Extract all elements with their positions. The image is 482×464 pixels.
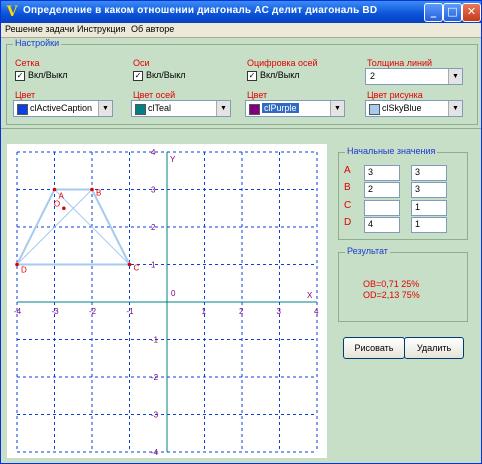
origin-label: 0 <box>171 289 176 298</box>
point-b-y-input[interactable]: 3 <box>411 182 447 198</box>
result-ob: OB=0,71 25% <box>363 279 420 289</box>
point-d <box>15 262 19 267</box>
y-tick-label: 2 <box>151 223 156 232</box>
result-group: Результат OB=0,71 25% OD=2,13 75% <box>338 246 468 322</box>
y-tick-label: 3 <box>151 186 156 195</box>
window-title: Определение в каком отношении диагональ … <box>23 5 378 16</box>
point-d-label: D <box>344 217 352 228</box>
x-tick-label: -2 <box>89 307 97 316</box>
point-a-y-input[interactable]: 3 <box>411 165 447 181</box>
digits-label: Оцифровка осей <box>247 58 318 68</box>
axes-label: Оси <box>133 58 150 68</box>
y-tick-label: -1 <box>151 336 159 345</box>
checkbox-check-icon: ✓ <box>133 70 143 81</box>
title-bar[interactable]: V Определение в каком отношении диагонал… <box>1 1 481 23</box>
figure-color-label: Цвет рисунка <box>367 90 423 100</box>
result-title: Результат <box>345 246 390 256</box>
x-tick-label: 1 <box>202 307 207 316</box>
y-tick-label: -3 <box>151 411 159 420</box>
x-tick-label: 4 <box>314 307 319 316</box>
menu-instructions[interactable]: Инструкция <box>77 24 125 34</box>
app-icon: V <box>6 4 18 20</box>
menu-about[interactable]: Об авторе <box>131 24 174 34</box>
y-tick-label: -2 <box>151 373 159 382</box>
app-window: V Определение в каком отношении диагонал… <box>0 0 482 464</box>
point-a-x-input[interactable]: 3 <box>364 165 400 181</box>
settings-group: Настройки Сетка ✓ Вкл/Выкл Цвет clActiveC… <box>6 38 478 125</box>
digits-color-select[interactable]: clPurple ▼ <box>245 100 345 117</box>
chevron-down-icon: ▼ <box>216 101 230 116</box>
digits-color-swatch <box>249 104 260 115</box>
minimize-button[interactable]: _ <box>424 3 443 22</box>
grid-color-select[interactable]: clActiveCaption ▼ <box>13 100 113 117</box>
axes-checkbox[interactable]: ✓ Вкл/Выкл <box>133 70 186 81</box>
point-label-d: D <box>21 266 27 275</box>
line-width-select[interactable]: 2 ▼ <box>365 68 463 85</box>
point-c <box>127 262 132 267</box>
point-label-b: B <box>96 189 101 198</box>
line-width-label: Толщина линий <box>367 58 433 68</box>
point-d-x-input[interactable]: 4 <box>364 217 400 233</box>
point-b-label: B <box>344 182 351 193</box>
axes-color-select[interactable]: clTeal ▼ <box>131 100 231 117</box>
point-o <box>62 206 66 211</box>
point-d-y-input[interactable]: 1 <box>411 217 447 233</box>
chevron-down-icon: ▼ <box>448 69 462 84</box>
figure-color-swatch <box>369 104 380 115</box>
close-button[interactable]: ✕ <box>462 3 481 22</box>
y-tick-label: 1 <box>151 261 156 270</box>
result-od: OD=2,13 75% <box>363 290 420 300</box>
y-tick-label: -4 <box>151 448 159 457</box>
figure-color-select[interactable]: clSkyBlue ▼ <box>365 100 463 117</box>
initial-values-title: Начальные значения <box>345 146 438 156</box>
digits-color-label: Цвет <box>247 90 268 100</box>
coordinate-plot: -4 -3 -2 -1 1 2 3 44321-1-2-3-40 XYA BCDO <box>14 148 319 457</box>
x-tick-label: -4 <box>14 307 22 316</box>
x-axis-label: X <box>307 291 313 300</box>
plot-area[interactable]: -4 -3 -2 -1 1 2 3 4 4 3 2 1 -1 -2 -3 -4 0 X Y A B C D O <box>7 144 327 458</box>
chevron-down-icon: ▼ <box>98 101 112 116</box>
initial-values-group: Начальные значения A 3 3 B 2 3 C 1 D 4 1 <box>338 146 468 240</box>
chevron-down-icon: ▼ <box>448 101 462 116</box>
x-tick-label: -1 <box>127 307 135 316</box>
axes-color-label: Цвет осей <box>133 90 176 100</box>
x-tick-label: 2 <box>239 307 244 316</box>
digits-checkbox[interactable]: ✓ Вкл/Выкл <box>247 70 300 81</box>
point-b <box>90 187 94 192</box>
settings-title: Настройки <box>13 38 62 48</box>
menu-solve[interactable]: Решение задачи <box>5 24 74 34</box>
y-tick-label: 4 <box>151 148 156 157</box>
divider <box>1 128 481 129</box>
axes-color-swatch <box>135 104 146 115</box>
menu-bar: Решение задачи Инструкция Об авторе <box>1 23 481 38</box>
checkbox-check-icon: ✓ <box>15 70 25 81</box>
grid-label: Сетка <box>15 58 40 68</box>
maximize-button[interactable]: □ <box>443 3 462 22</box>
point-a-label: A <box>344 165 351 176</box>
point-label-c: C <box>134 264 140 273</box>
point-label-o: O <box>54 199 60 208</box>
chevron-down-icon: ▼ <box>330 101 344 116</box>
grid-color-swatch <box>17 104 28 115</box>
grid-color-label: Цвет <box>15 90 36 100</box>
x-tick-label: -3 <box>52 307 60 316</box>
y-axis-label: Y <box>170 155 176 164</box>
point-c-x-input[interactable] <box>364 200 400 216</box>
point-c-y-input[interactable]: 1 <box>411 200 447 216</box>
checkbox-check-icon: ✓ <box>247 70 257 81</box>
grid-checkbox[interactable]: ✓ Вкл/Выкл <box>15 70 68 81</box>
point-a <box>52 187 57 192</box>
point-c-label: C <box>344 200 352 211</box>
draw-button[interactable]: Рисовать <box>343 337 405 359</box>
point-b-x-input[interactable]: 2 <box>364 182 400 198</box>
clear-button[interactable]: Удалить <box>404 337 464 359</box>
x-tick-label: 3 <box>277 307 282 316</box>
